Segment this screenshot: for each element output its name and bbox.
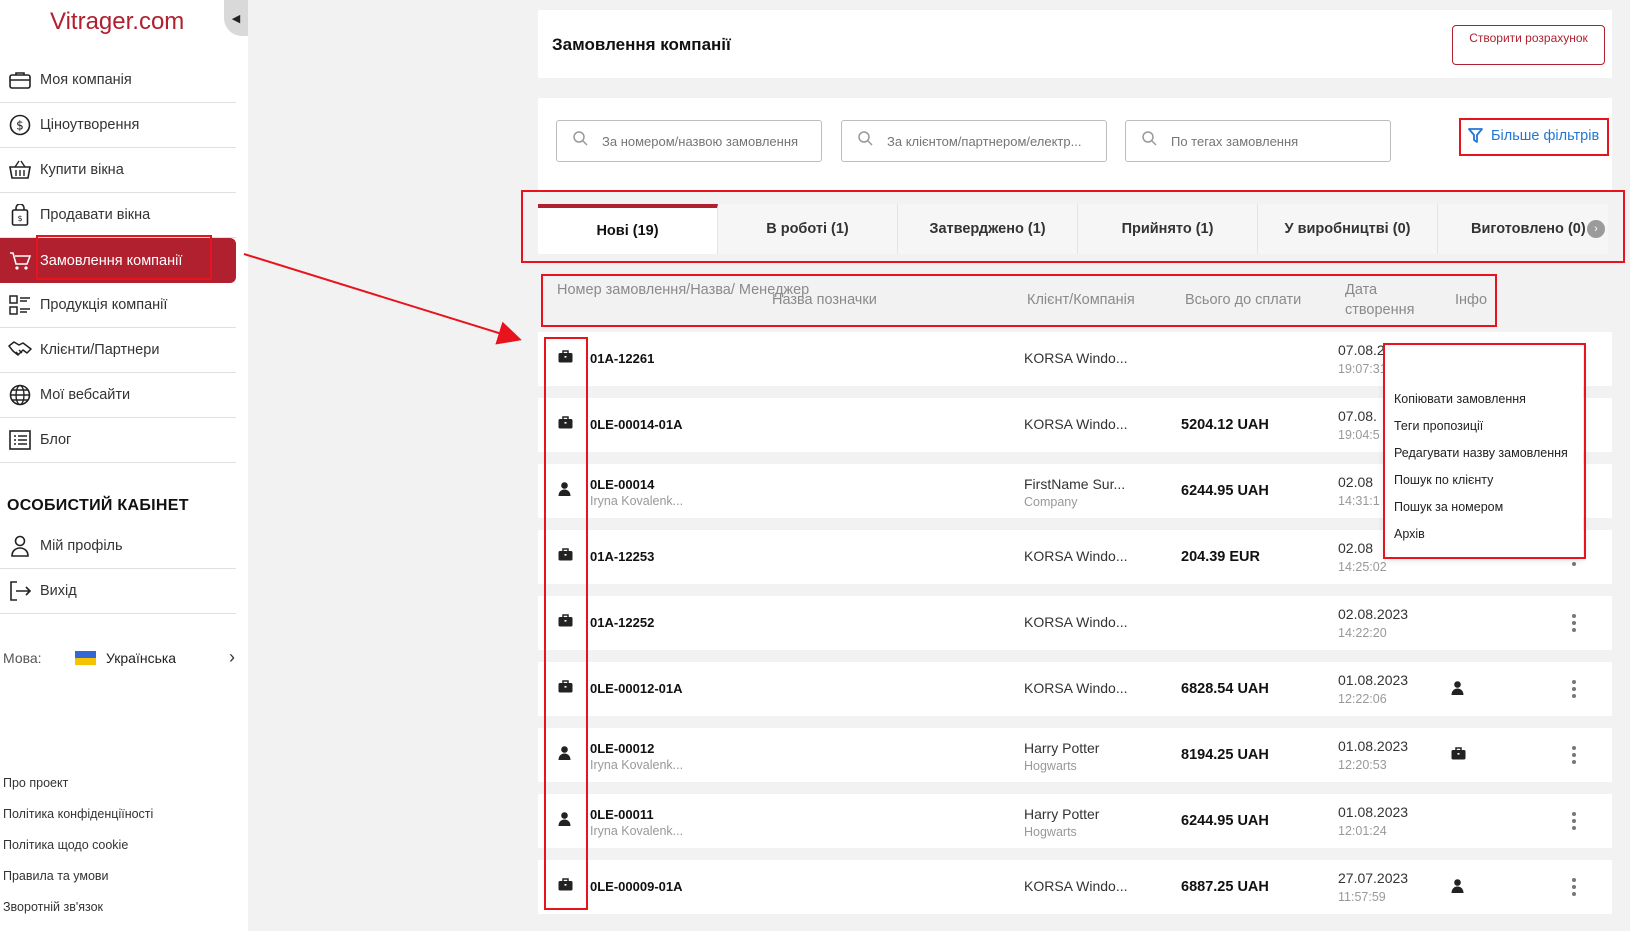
annotation-arrow xyxy=(243,253,522,345)
